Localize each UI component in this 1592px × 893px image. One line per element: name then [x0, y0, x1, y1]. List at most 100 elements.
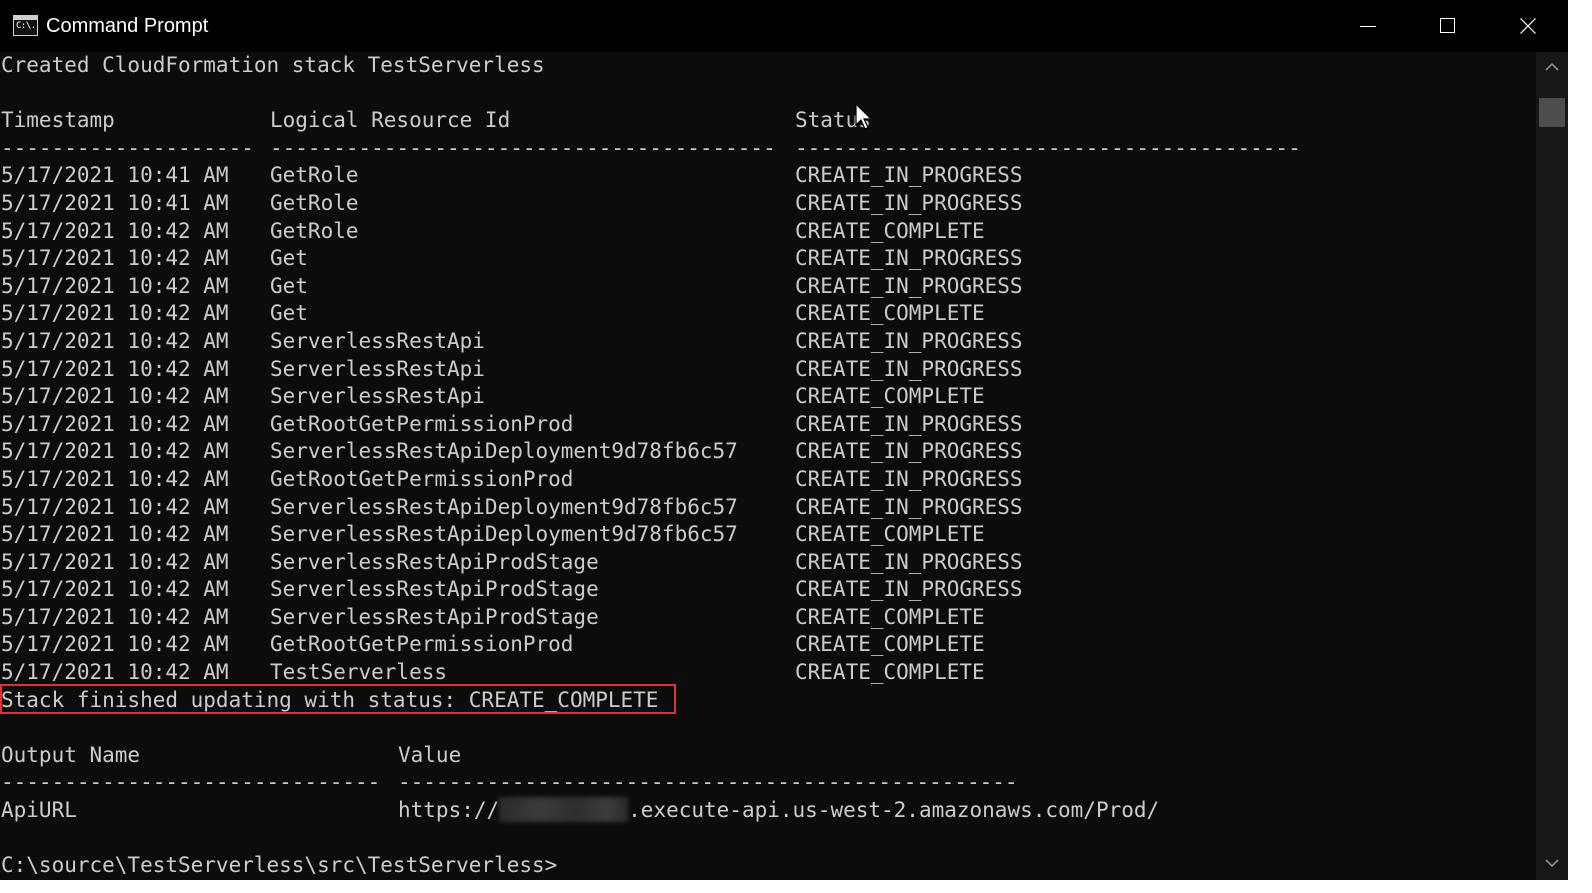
event-timestamp: 5/17/2021 10:41 AM — [1, 190, 229, 215]
event-status: CREATE_COMPLETE — [795, 301, 985, 326]
scroll-up-arrow-icon[interactable] — [1545, 62, 1559, 72]
redacted-api-id — [499, 797, 629, 823]
event-row: 5/17/2021 10:42 AM Get CREATE_IN_PROGRES… — [0, 245, 1536, 273]
separator-value: ----------------------------------------… — [398, 770, 1018, 795]
event-status: CREATE_IN_PROGRESS — [795, 163, 1023, 188]
event-row: 5/17/2021 10:42 AM ServerlessRestApiProd… — [0, 576, 1536, 604]
minimize-button[interactable] — [1328, 0, 1408, 52]
event-logical-id: GetRootGetPermissionProd — [270, 466, 574, 491]
event-timestamp: 5/17/2021 10:42 AM — [1, 273, 229, 298]
event-timestamp: 5/17/2021 10:42 AM — [1, 218, 229, 243]
event-logical-id: Get — [270, 273, 308, 298]
window-title: Command Prompt — [46, 15, 209, 37]
event-status: CREATE_IN_PROGRESS — [795, 246, 1023, 271]
event-status: CREATE_IN_PROGRESS — [795, 190, 1023, 215]
event-timestamp: 5/17/2021 10:42 AM — [1, 301, 229, 326]
event-logical-id: GetRole — [270, 218, 359, 243]
event-status: CREATE_IN_PROGRESS — [795, 439, 1023, 464]
event-timestamp: 5/17/2021 10:42 AM — [1, 466, 229, 491]
event-logical-id: Get — [270, 301, 308, 326]
header-value: Value — [398, 742, 462, 767]
maximize-button[interactable] — [1408, 0, 1488, 52]
event-logical-id: ServerlessRestApiDeployment9d78fb6c57 — [270, 439, 738, 464]
event-logical-id: GetRootGetPermissionProd — [270, 632, 574, 657]
event-timestamp: 5/17/2021 10:42 AM — [1, 577, 229, 602]
event-row: 5/17/2021 10:41 AM GetRole CREATE_IN_PRO… — [0, 190, 1536, 218]
event-status: CREATE_COMPLETE — [795, 660, 985, 685]
event-row: 5/17/2021 10:42 AM ServerlessRestApiDepl… — [0, 438, 1536, 466]
event-row: 5/17/2021 10:42 AM Get CREATE_COMPLETE — [0, 300, 1536, 328]
event-timestamp: 5/17/2021 10:42 AM — [1, 328, 229, 353]
outputs-header-row: Output Name Value — [0, 742, 1536, 770]
event-status: CREATE_COMPLETE — [795, 632, 985, 657]
close-button[interactable] — [1488, 0, 1568, 52]
cmd-icon-glyph: C:\. — [16, 21, 36, 31]
event-status: CREATE_COMPLETE — [795, 604, 985, 629]
title-bar[interactable]: C:\. Command Prompt — [0, 0, 1568, 52]
event-timestamp: 5/17/2021 10:42 AM — [1, 411, 229, 436]
vertical-scrollbar[interactable] — [1536, 52, 1568, 880]
event-row: 5/17/2021 10:42 AM GetRole CREATE_COMPLE… — [0, 218, 1536, 246]
prompt-line[interactable]: C:\source\TestServerless\src\TestServerl… — [0, 852, 1536, 880]
event-row: 5/17/2021 10:42 AM GetRootGetPermissionP… — [0, 466, 1536, 494]
event-logical-id: GetRootGetPermissionProd — [270, 411, 574, 436]
event-logical-id: ServerlessRestApiProdStage — [270, 549, 599, 574]
event-logical-id: TestServerless — [270, 660, 448, 685]
output-value-prefix: https:// — [398, 798, 500, 823]
created-stack-text: Created CloudFormation stack TestServerl… — [1, 53, 545, 77]
event-logical-id: ServerlessRestApi — [270, 356, 485, 381]
event-row: 5/17/2021 10:42 AM GetRootGetPermissionP… — [0, 411, 1536, 439]
event-status: CREATE_IN_PROGRESS — [795, 411, 1023, 436]
event-row: 5/17/2021 10:42 AM Get CREATE_IN_PROGRES… — [0, 273, 1536, 301]
event-logical-id: ServerlessRestApiDeployment9d78fb6c57 — [270, 522, 738, 547]
event-timestamp: 5/17/2021 10:42 AM — [1, 246, 229, 271]
event-row: 5/17/2021 10:42 AM ServerlessRestApiProd… — [0, 604, 1536, 632]
header-output-name: Output Name — [1, 742, 141, 767]
output-value-suffix: .execute-api.us-west-2.amazonaws.com/Pro… — [628, 798, 1160, 823]
created-stack-line: Created CloudFormation stack TestServerl… — [0, 52, 1536, 80]
event-status: CREATE_IN_PROGRESS — [795, 466, 1023, 491]
event-status: CREATE_IN_PROGRESS — [795, 494, 1023, 519]
event-status: CREATE_IN_PROGRESS — [795, 356, 1023, 381]
separator-timestamp: -------------------- — [1, 135, 254, 160]
events-header-row: Timestamp Logical Resource Id Status — [0, 107, 1536, 135]
event-row: 5/17/2021 10:42 AM GetRootGetPermissionP… — [0, 631, 1536, 659]
scroll-down-arrow-icon[interactable] — [1545, 858, 1559, 868]
event-status: CREATE_COMPLETE — [795, 218, 985, 243]
minimize-icon — [1360, 26, 1376, 27]
event-timestamp: 5/17/2021 10:42 AM — [1, 549, 229, 574]
event-logical-id: ServerlessRestApiProdStage — [270, 577, 599, 602]
console-output[interactable]: Created CloudFormation stack TestServerl… — [0, 52, 1536, 880]
event-logical-id: GetRole — [270, 163, 359, 188]
header-timestamp: Timestamp — [1, 108, 115, 133]
event-status: CREATE_IN_PROGRESS — [795, 577, 1023, 602]
event-timestamp: 5/17/2021 10:41 AM — [1, 163, 229, 188]
event-timestamp: 5/17/2021 10:42 AM — [1, 356, 229, 381]
event-row: 5/17/2021 10:42 AM ServerlessRestApi CRE… — [0, 356, 1536, 384]
separator-output-name: ------------------------------ — [1, 770, 381, 795]
status-highlight-box — [0, 684, 676, 714]
separator-logical-resource-id: ---------------------------------------- — [270, 135, 776, 160]
event-timestamp: 5/17/2021 10:42 AM — [1, 384, 229, 409]
output-value: https:// .execute-api.us-west-2.amazonaws… — [398, 797, 1159, 825]
output-name: ApiURL — [1, 798, 77, 823]
header-logical-resource-id: Logical Resource Id — [270, 108, 511, 133]
separator-status: ---------------------------------------- — [795, 135, 1301, 160]
cmd-icon[interactable]: C:\. — [13, 15, 38, 36]
event-status: CREATE_IN_PROGRESS — [795, 273, 1023, 298]
event-timestamp: 5/17/2021 10:42 AM — [1, 439, 229, 464]
mouse-pointer-icon — [855, 103, 873, 130]
outputs-separator-row: ------------------------------ ---------… — [0, 769, 1536, 797]
event-logical-id: Get — [270, 246, 308, 271]
output-row: ApiURL https:// .execute-api.us-west-2.am… — [0, 797, 1536, 825]
cmd-icon-bar — [14, 16, 37, 20]
event-logical-id: GetRole — [270, 190, 359, 215]
scrollbar-thumb[interactable] — [1539, 98, 1565, 127]
event-logical-id: ServerlessRestApi — [270, 384, 485, 409]
event-logical-id: ServerlessRestApi — [270, 328, 485, 353]
event-row: 5/17/2021 10:42 AM ServerlessRestApi CRE… — [0, 328, 1536, 356]
event-logical-id: ServerlessRestApiDeployment9d78fb6c57 — [270, 494, 738, 519]
event-timestamp: 5/17/2021 10:42 AM — [1, 632, 229, 657]
